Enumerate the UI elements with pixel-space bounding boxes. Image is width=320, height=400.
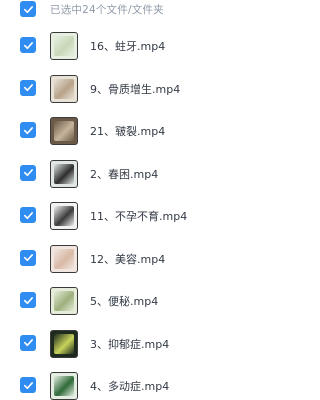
video-thumbnail [50, 202, 78, 230]
file-checkbox[interactable] [20, 79, 36, 96]
checkmark-icon [23, 296, 33, 304]
video-thumbnail [50, 244, 78, 273]
file-name: 9、骨质增生.mp4 [90, 82, 181, 96]
file-checkbox[interactable] [20, 377, 36, 393]
file-row[interactable]: 12、美容.mp4 [0, 239, 280, 282]
checkmark-icon [23, 339, 33, 347]
file-list: 16、蛀牙.mp4 9、骨质增生.mp4 21、皲裂.mp4 2、春困.mp4 11、不… [0, 26, 280, 400]
video-thumbnail [50, 329, 78, 358]
checkmark-icon [23, 254, 33, 262]
checkmark-icon [23, 211, 33, 219]
thumbnail-image [54, 291, 74, 311]
file-name: 21、皲裂.mp4 [90, 125, 166, 138]
checkmark-icon [23, 84, 33, 92]
video-thumbnail [50, 74, 78, 103]
file-name: 3、抑郁症.mp4 [90, 337, 170, 351]
file-row[interactable]: 11、不孕不育.mp4 [0, 196, 280, 239]
video-thumbnail [50, 372, 78, 400]
file-row[interactable]: 2、春困.mp4 [0, 154, 280, 197]
thumbnail-image [54, 163, 74, 184]
video-thumbnail [50, 117, 78, 145]
file-row[interactable]: 5、便秘.mp4 [0, 281, 280, 324]
file-name: 5、便秘.mp4 [90, 295, 159, 308]
thumbnail-image [54, 206, 74, 226]
thumbnail-image [54, 121, 74, 141]
file-name: 12、美容.mp4 [90, 252, 166, 266]
file-name: 2、春困.mp4 [90, 167, 159, 181]
checkmark-icon [23, 169, 33, 177]
file-name: 16、蛀牙.mp4 [90, 40, 166, 53]
file-row[interactable]: 16、蛀牙.mp4 [0, 26, 280, 69]
file-row[interactable]: 3、抑郁症.mp4 [0, 324, 280, 367]
selected-count-label: 已选中24个文件/文件夹 [50, 4, 164, 16]
select-all-checkbox[interactable] [20, 1, 36, 17]
thumbnail-image [54, 36, 74, 56]
file-checkbox[interactable] [20, 164, 36, 181]
video-thumbnail [50, 32, 78, 60]
file-checkbox[interactable] [20, 122, 36, 138]
file-checkbox[interactable] [20, 249, 36, 266]
video-thumbnail [50, 159, 78, 188]
file-checkbox[interactable] [20, 207, 36, 223]
thumbnail-image [54, 376, 74, 396]
checkmark-icon [23, 41, 33, 49]
thumbnail-image [54, 78, 74, 99]
file-checkbox[interactable] [20, 292, 36, 308]
file-row[interactable]: 4、多动症.mp4 [0, 366, 280, 400]
checkmark-icon [23, 381, 33, 389]
file-name: 4、多动症.mp4 [90, 380, 170, 393]
file-row[interactable]: 21、皲裂.mp4 [0, 111, 280, 154]
selection-header: 已选中24个文件/文件夹 [0, 0, 280, 26]
file-checkbox[interactable] [20, 37, 36, 53]
checkmark-icon [23, 5, 33, 13]
file-row[interactable]: 9、骨质增生.mp4 [0, 69, 280, 112]
thumbnail-image [54, 333, 74, 354]
thumbnail-image [54, 248, 74, 269]
checkmark-icon [23, 126, 33, 134]
file-name: 11、不孕不育.mp4 [90, 210, 188, 223]
video-thumbnail [50, 287, 78, 315]
file-checkbox[interactable] [20, 334, 36, 351]
